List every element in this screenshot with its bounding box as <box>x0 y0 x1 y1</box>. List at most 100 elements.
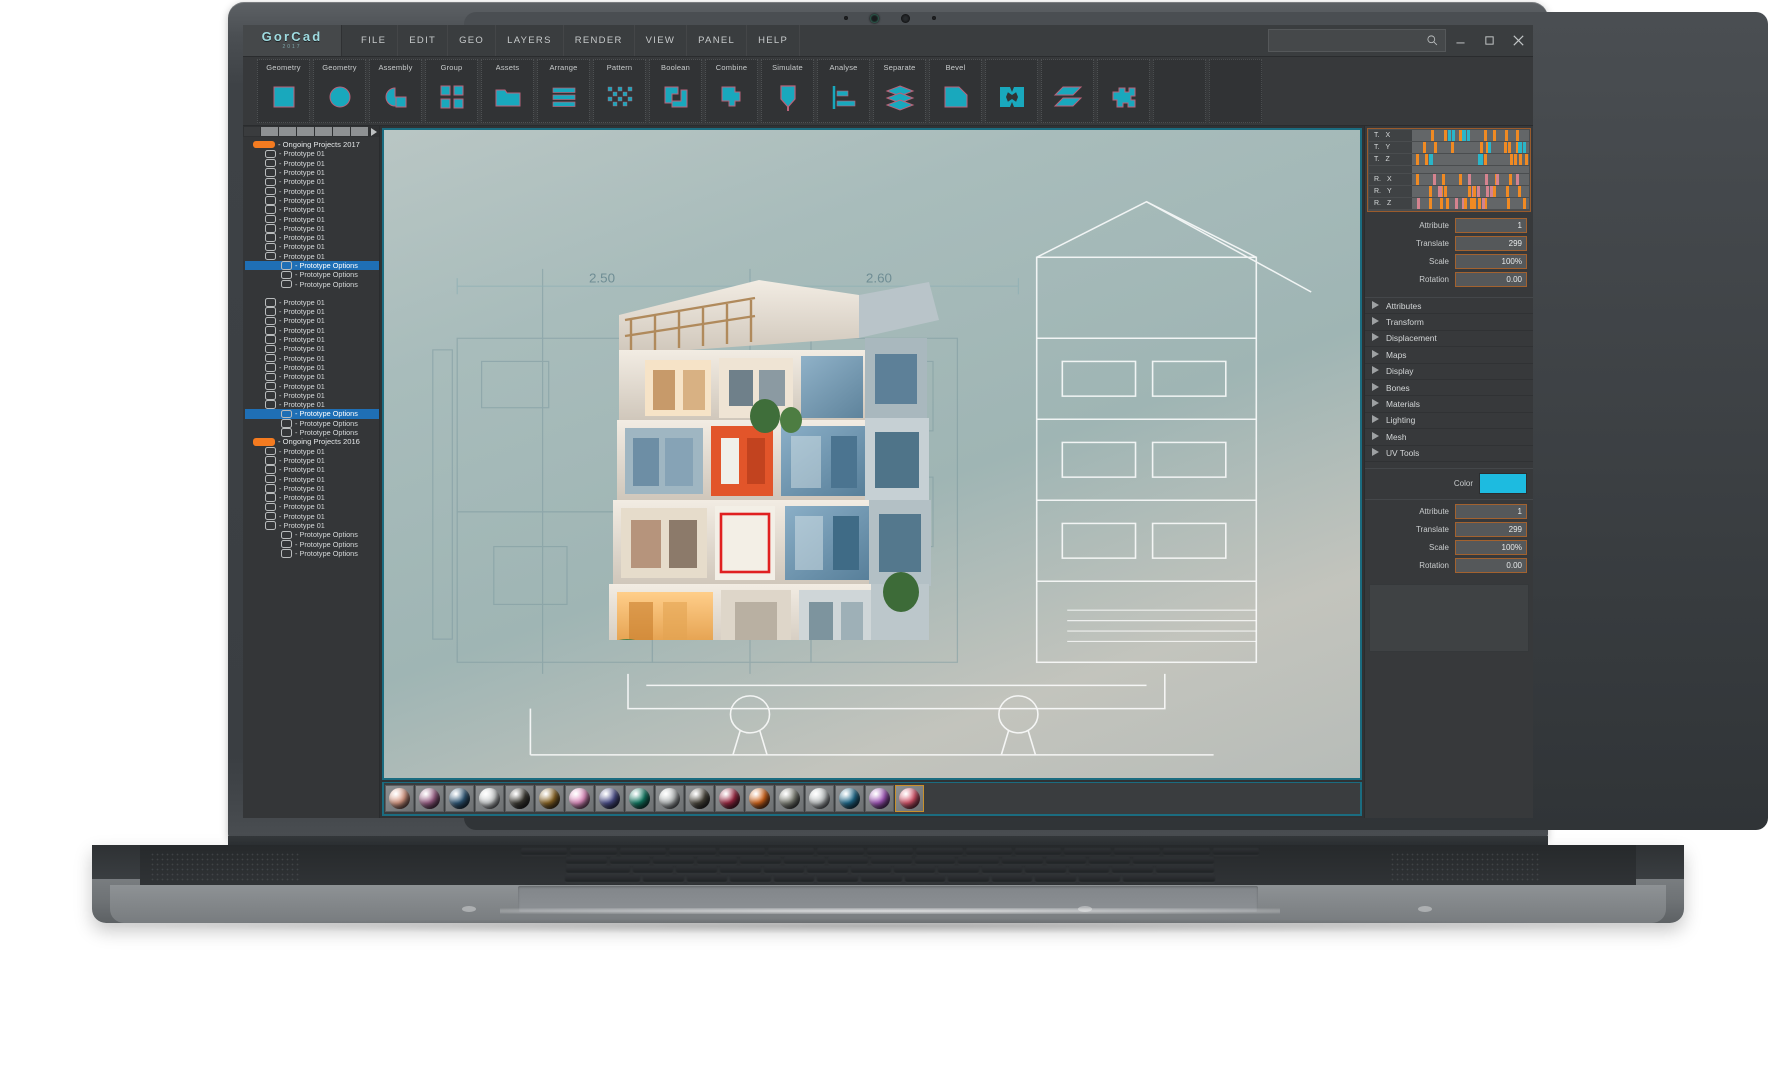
material-grey-green[interactable] <box>779 788 800 809</box>
key[interactable] <box>696 857 738 864</box>
keyframe-marker[interactable] <box>1476 186 1480 197</box>
section-maps[interactable]: Maps <box>1365 347 1533 364</box>
field-value-input[interactable]: 100% <box>1455 254 1527 269</box>
keyframe-marker[interactable] <box>1493 130 1497 141</box>
section-display[interactable]: Display <box>1365 364 1533 380</box>
visibility-checkbox[interactable] <box>265 344 276 354</box>
keyframe-marker[interactable] <box>1508 142 1512 153</box>
keyframe-marker[interactable] <box>1450 142 1454 153</box>
key[interactable] <box>1163 848 1210 855</box>
key[interactable] <box>619 848 667 855</box>
menu-item-file[interactable]: File <box>350 25 399 56</box>
timeline-track[interactable] <box>1412 130 1529 141</box>
tool-separate-11[interactable]: Separate <box>873 59 926 123</box>
keyframe-marker[interactable] <box>1429 186 1433 197</box>
material-cell[interactable] <box>595 785 624 812</box>
key[interactable] <box>904 875 946 882</box>
key[interactable] <box>914 857 956 864</box>
keyframe-marker[interactable] <box>1509 174 1513 185</box>
tree-item[interactable]: - Prototype 01 <box>245 484 379 493</box>
visibility-checkbox[interactable] <box>281 530 292 540</box>
tool-bevel-12[interactable]: Bevel <box>929 59 982 123</box>
tool-assembly-2[interactable]: Assembly <box>369 59 422 123</box>
key[interactable] <box>676 866 718 873</box>
panel-tab-6[interactable] <box>350 127 368 136</box>
tool-group-3[interactable]: Group <box>425 59 478 123</box>
key[interactable] <box>1035 875 1076 882</box>
section-transform[interactable]: Transform <box>1365 314 1533 331</box>
tree-item[interactable]: - Prototype 01 <box>245 354 379 363</box>
tree-item[interactable]: - Prototype 01 <box>245 252 379 261</box>
visibility-checkbox[interactable] <box>265 307 276 316</box>
section-mesh[interactable]: Mesh <box>1365 429 1533 446</box>
key[interactable] <box>718 848 766 855</box>
timeline-row-TX[interactable]: T. X <box>1369 130 1529 141</box>
tree-item[interactable]: - Prototype 01 <box>245 307 379 316</box>
menu-item-view[interactable]: View <box>635 25 688 56</box>
visibility-checkbox[interactable] <box>265 298 276 307</box>
keyframe-marker[interactable] <box>1422 142 1426 153</box>
visibility-checkbox[interactable] <box>265 177 276 187</box>
keyframe-marker[interactable] <box>1522 198 1526 209</box>
key[interactable] <box>850 866 892 873</box>
keyframe-marker[interactable] <box>1461 130 1465 141</box>
key[interactable] <box>981 866 1023 873</box>
visibility-checkbox[interactable] <box>265 149 276 159</box>
visibility-checkbox[interactable] <box>265 381 276 391</box>
tree-sub-item[interactable]: - Prototype Options <box>245 419 379 428</box>
key[interactable] <box>643 875 684 882</box>
keyframe-marker[interactable] <box>1430 130 1434 141</box>
visibility-checkbox[interactable] <box>265 400 276 409</box>
visibility-checkbox[interactable] <box>265 158 276 168</box>
keyframe-marker[interactable] <box>1444 186 1448 197</box>
timeline-track[interactable] <box>1412 174 1529 185</box>
panel-tab-3[interactable] <box>297 127 314 136</box>
keyframe-marker[interactable] <box>1516 130 1520 141</box>
section-materials[interactable]: Materials <box>1365 396 1533 413</box>
field-value-input[interactable]: 100% <box>1455 539 1527 555</box>
visibility-checkbox[interactable] <box>281 261 292 270</box>
search-field[interactable] <box>1268 29 1446 52</box>
visibility-checkbox[interactable] <box>265 456 276 465</box>
keyframe-marker[interactable] <box>1444 130 1448 141</box>
material-cell[interactable] <box>685 785 714 812</box>
timeline-row-RX[interactable]: R. X <box>1369 174 1529 185</box>
tree-item[interactable]: - Prototype 01 <box>245 465 379 474</box>
panel-tab-0[interactable] <box>243 127 261 136</box>
menu-item-layers[interactable]: Layers <box>496 25 564 56</box>
key[interactable] <box>817 848 864 855</box>
keyframe-marker[interactable] <box>1454 198 1458 209</box>
keyframe-marker[interactable] <box>1506 198 1510 209</box>
keyframe-marker[interactable] <box>1451 130 1455 141</box>
key[interactable] <box>632 866 674 873</box>
tree-group-row[interactable]: - Ongoing Projects 2016 <box>245 437 379 446</box>
key[interactable] <box>1112 866 1153 873</box>
key[interactable] <box>937 866 979 873</box>
visibility-checkbox[interactable] <box>265 484 276 493</box>
key[interactable] <box>1078 875 1120 882</box>
section-bones[interactable]: Bones <box>1365 380 1533 397</box>
material-mauve[interactable] <box>419 788 440 809</box>
visibility-checkbox[interactable] <box>265 465 276 474</box>
tool-button-17[interactable] <box>1209 59 1262 123</box>
key[interactable] <box>1001 857 1043 864</box>
tree-item[interactable]: - Prototype 01 <box>245 159 379 168</box>
material-navy[interactable] <box>449 788 470 809</box>
keyframe-marker[interactable] <box>1525 154 1529 165</box>
keyframe-marker[interactable] <box>1484 154 1488 165</box>
visibility-checkbox[interactable] <box>281 419 292 428</box>
keyframe-marker[interactable] <box>1485 174 1489 185</box>
field-value-input[interactable]: 1 <box>1455 218 1527 233</box>
key[interactable] <box>1122 875 1216 882</box>
visibility-checkbox[interactable] <box>281 549 292 558</box>
keyframe-marker[interactable] <box>1439 198 1443 209</box>
keyframe-marker[interactable] <box>1477 154 1481 165</box>
material-white[interactable] <box>479 788 500 809</box>
tool-button-16[interactable] <box>1153 59 1206 123</box>
tree-item[interactable]: - Prototype 01 <box>245 326 379 335</box>
group-color-swatch[interactable] <box>253 140 275 149</box>
section-displacement[interactable]: Displacement <box>1365 331 1533 348</box>
keyframe-marker[interactable] <box>1458 130 1462 141</box>
tool-boolean-7[interactable]: Boolean <box>649 59 702 123</box>
material-cell[interactable] <box>775 785 804 812</box>
